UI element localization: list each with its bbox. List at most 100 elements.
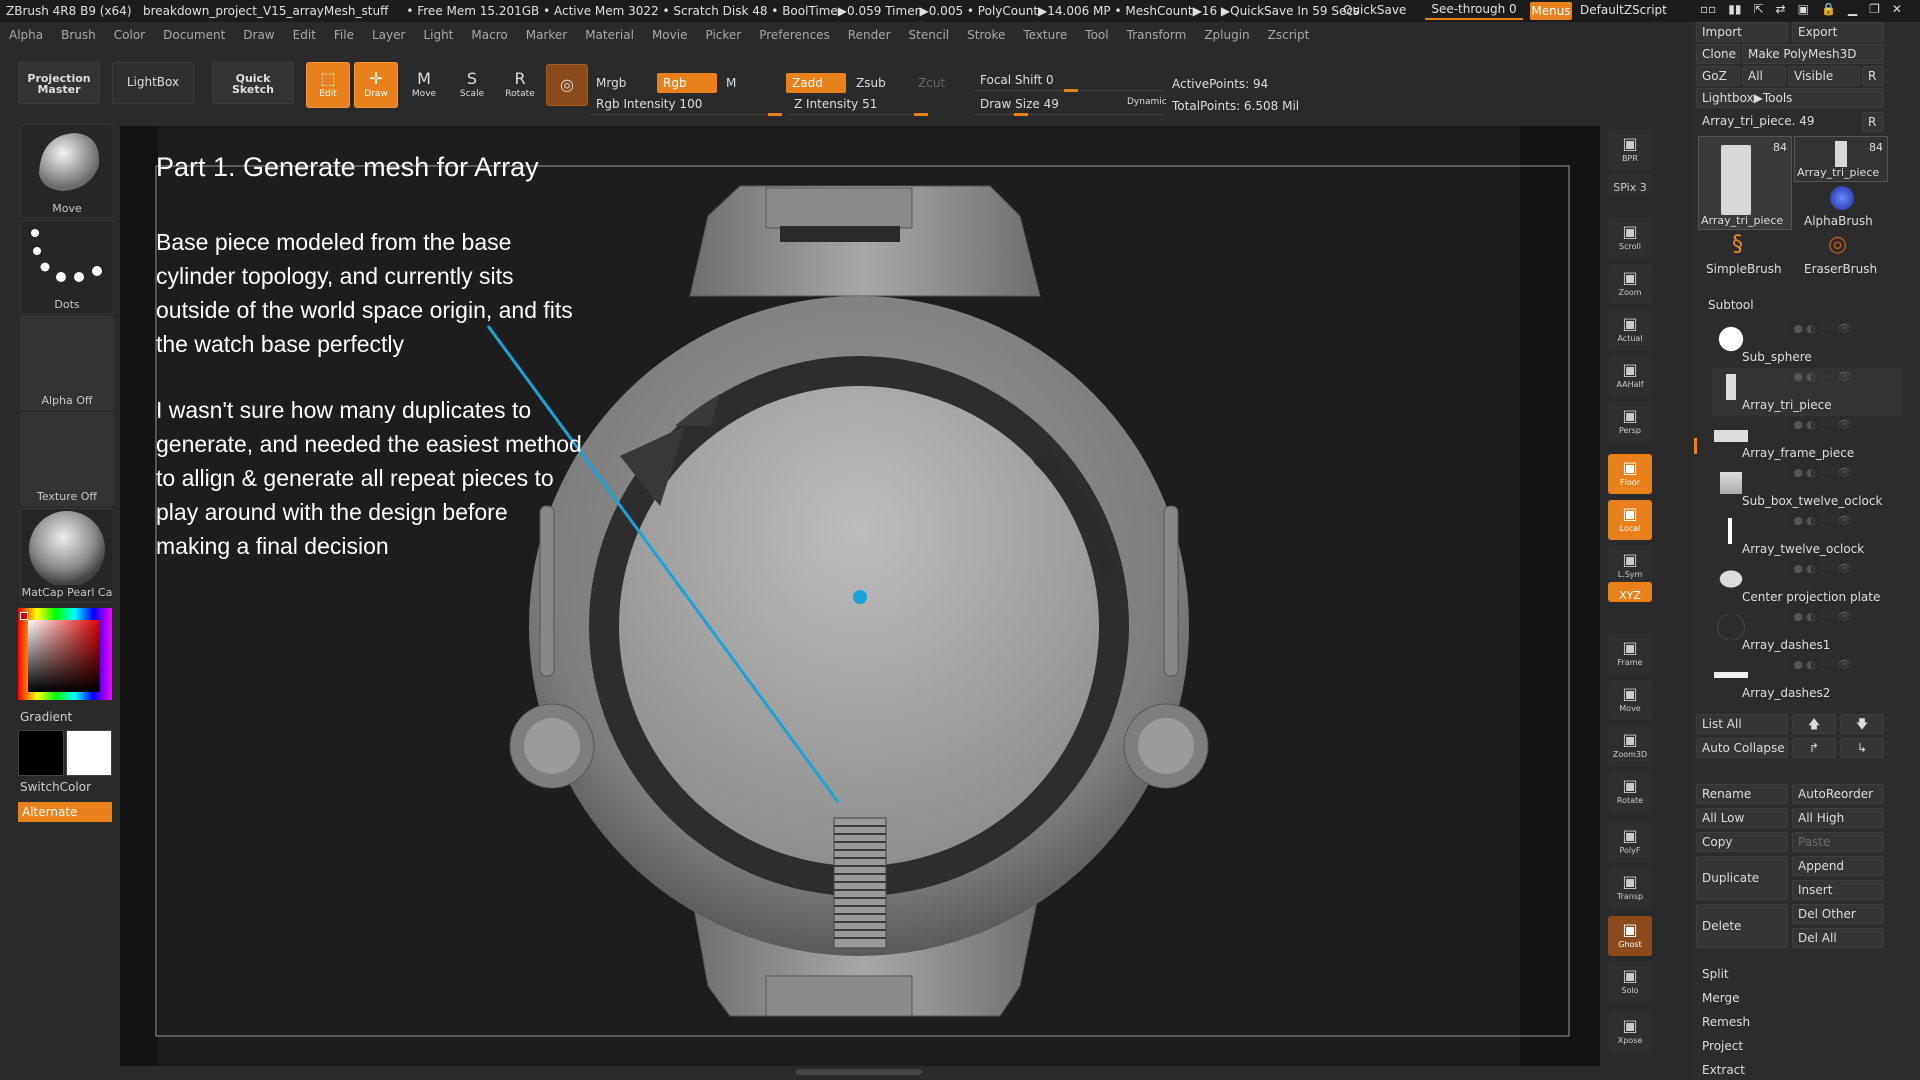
subtool-controls[interactable]: ◦●◐◦◦👁: [1784, 514, 1855, 527]
subtool-item[interactable]: ◦●◐◦◦👁 Center projection plate: [1712, 560, 1902, 608]
remesh-section[interactable]: Remesh: [1696, 1012, 1884, 1032]
zadd-button[interactable]: Zadd: [786, 73, 846, 93]
secondary-color-swatch[interactable]: [66, 730, 112, 776]
make-polymesh-button[interactable]: Make PolyMesh3D: [1742, 44, 1884, 64]
subtool-controls[interactable]: ◦●◐◦◦👁: [1784, 562, 1855, 575]
menu-stroke[interactable]: Stroke: [958, 28, 1014, 42]
move-down-folder-icon[interactable]: ↳: [1840, 738, 1884, 758]
frame-button[interactable]: ▣ Frame: [1608, 634, 1652, 674]
zoom3d-button[interactable]: ▣ Zoom3D: [1608, 726, 1652, 766]
actual-button[interactable]: ▣ Actual: [1608, 310, 1652, 350]
rename-button[interactable]: Rename: [1696, 784, 1788, 804]
subtool-item[interactable]: ◦●◐◦◦👁 Array_tri_piece: [1712, 368, 1902, 416]
move-up-folder-icon[interactable]: ↱: [1792, 738, 1836, 758]
menu-movie[interactable]: Movie: [643, 28, 697, 42]
menu-document[interactable]: Document: [154, 28, 234, 42]
menu-grip-icon[interactable]: ▫▫: [1700, 2, 1716, 16]
layout-icon[interactable]: ▮▮: [1728, 2, 1741, 16]
zcut-button[interactable]: Zcut: [912, 73, 972, 93]
menu-draw[interactable]: Draw: [234, 28, 283, 42]
document-canvas[interactable]: Part 1. Generate mesh for Array Base pie…: [120, 126, 1600, 1075]
del-other-button[interactable]: Del Other: [1792, 904, 1884, 924]
list-all-button[interactable]: List All: [1696, 714, 1788, 734]
z-intensity-slider[interactable]: Z Intensity 51: [788, 95, 928, 116]
rotate-button[interactable]: ▣ Rotate: [1608, 772, 1652, 812]
alpha-selector[interactable]: Alpha Off: [20, 316, 114, 410]
lsym-button[interactable]: ▣ L.Sym: [1608, 546, 1652, 586]
menu-light[interactable]: Light: [414, 28, 462, 42]
lock-icon[interactable]: 🔒: [1821, 2, 1836, 16]
swap-icon[interactable]: ⇄: [1776, 2, 1786, 16]
menu-picker[interactable]: Picker: [696, 28, 750, 42]
projection-master-button[interactable]: Projection Master: [18, 62, 100, 104]
scroll-button[interactable]: ▣ Scroll: [1608, 218, 1652, 258]
menu-macro[interactable]: Macro: [462, 28, 516, 42]
restore-icon[interactable]: ❐: [1869, 2, 1880, 16]
draw-button[interactable]: ✛ Draw: [354, 62, 398, 108]
tool-thumbnail-2[interactable]: 84 Array_tri_piece: [1794, 136, 1888, 182]
menu-transform[interactable]: Transform: [1118, 28, 1196, 42]
rgb-button[interactable]: Rgb: [657, 73, 717, 93]
alphabrush-tool[interactable]: AlphaBrush: [1794, 184, 1888, 230]
texture-selector[interactable]: Texture Off: [20, 412, 114, 506]
menu-texture[interactable]: Texture: [1014, 28, 1076, 42]
split-section[interactable]: Split: [1696, 964, 1884, 984]
sculptris-pro-icon[interactable]: ◎: [546, 64, 588, 106]
menu-brush[interactable]: Brush: [52, 28, 105, 42]
brush-selector[interactable]: Move: [20, 124, 114, 218]
rotate-mode-button[interactable]: R Rotate: [498, 62, 542, 108]
subtool-controls[interactable]: ◦●◐◦◦👁: [1784, 658, 1855, 671]
del-all-button[interactable]: Del All: [1792, 928, 1884, 948]
mrgb-button[interactable]: Mrgb: [590, 73, 652, 93]
tool-thumbnail-1[interactable]: 84 Array_tri_piece: [1698, 136, 1792, 230]
subtool-item[interactable]: ◦●◐◦◦👁 Array_frame_piece: [1712, 416, 1902, 464]
subtool-controls[interactable]: ◦●◐◦◦👁: [1784, 466, 1855, 479]
lightbox-tools-button[interactable]: Lightbox▶Tools: [1696, 88, 1884, 108]
canvas-scroll-handle[interactable]: [796, 1069, 922, 1075]
xyz-button[interactable]: XYZ: [1608, 582, 1652, 602]
lightbox-button[interactable]: LightBox: [112, 62, 194, 104]
all-high-button[interactable]: All High: [1792, 808, 1884, 828]
bpr-button[interactable]: ▣ BPR: [1608, 130, 1652, 170]
expand-icon[interactable]: ⇱: [1753, 2, 1763, 16]
subtool-item[interactable]: ◦●◐◦◦👁 Sub_sphere: [1712, 320, 1902, 368]
menu-tool[interactable]: Tool: [1076, 28, 1117, 42]
clone-button[interactable]: Clone: [1696, 44, 1740, 64]
menu-edit[interactable]: Edit: [284, 28, 325, 42]
import-button[interactable]: Import: [1696, 22, 1788, 42]
dynamic-toggle[interactable]: Dynamic: [1127, 97, 1167, 107]
aahalf-button[interactable]: ▣ AAHalf: [1608, 356, 1652, 396]
menu-layer[interactable]: Layer: [363, 28, 414, 42]
zsub-button[interactable]: Zsub: [850, 73, 910, 93]
subtool-scroll-indicator[interactable]: [1694, 438, 1697, 454]
close-icon[interactable]: ✕: [1892, 2, 1902, 16]
goz-all-button[interactable]: All: [1742, 66, 1786, 86]
move-mode-button[interactable]: M Move: [402, 62, 446, 108]
ghost-button[interactable]: ▣ Ghost: [1608, 916, 1652, 956]
delete-button[interactable]: Delete: [1696, 904, 1788, 948]
extract-section[interactable]: Extract: [1696, 1060, 1884, 1080]
duplicate-button[interactable]: Duplicate: [1696, 856, 1788, 900]
subtool-item[interactable]: ◦●◐◦◦👁 Array_twelve_oclock: [1712, 512, 1902, 560]
gradient-toggle[interactable]: Gradient: [20, 710, 72, 724]
move-down-arrow-icon[interactable]: 🡇: [1840, 714, 1884, 734]
menu-render[interactable]: Render: [839, 28, 900, 42]
merge-section[interactable]: Merge: [1696, 988, 1884, 1008]
current-tool-r-button[interactable]: R: [1862, 112, 1884, 132]
persp-button[interactable]: ▣ Persp: [1608, 402, 1652, 442]
edit-button[interactable]: ⬚ Edit: [306, 62, 350, 108]
scale-mode-button[interactable]: S Scale: [450, 62, 494, 108]
move-up-arrow-icon[interactable]: 🡅: [1792, 714, 1836, 734]
simplebrush-tool[interactable]: § SimpleBrush: [1698, 232, 1792, 278]
transp-button[interactable]: ▣ Transp: [1608, 868, 1652, 908]
viewport[interactable]: Part 1. Generate mesh for Array Base pie…: [120, 126, 1600, 1066]
subtool-item[interactable]: ◦●◐◦◦👁 Sub_box_twelve_oclock: [1712, 464, 1902, 512]
menu-color[interactable]: Color: [105, 28, 154, 42]
goz-button[interactable]: GoZ: [1696, 66, 1740, 86]
eraserbrush-tool[interactable]: ◎ EraserBrush: [1794, 232, 1888, 278]
menu-marker[interactable]: Marker: [517, 28, 576, 42]
goz-visible-button[interactable]: Visible: [1788, 66, 1860, 86]
zoom-button[interactable]: ▣ Zoom: [1608, 264, 1652, 304]
color-picker[interactable]: [18, 608, 112, 700]
m-button[interactable]: M: [720, 73, 780, 93]
